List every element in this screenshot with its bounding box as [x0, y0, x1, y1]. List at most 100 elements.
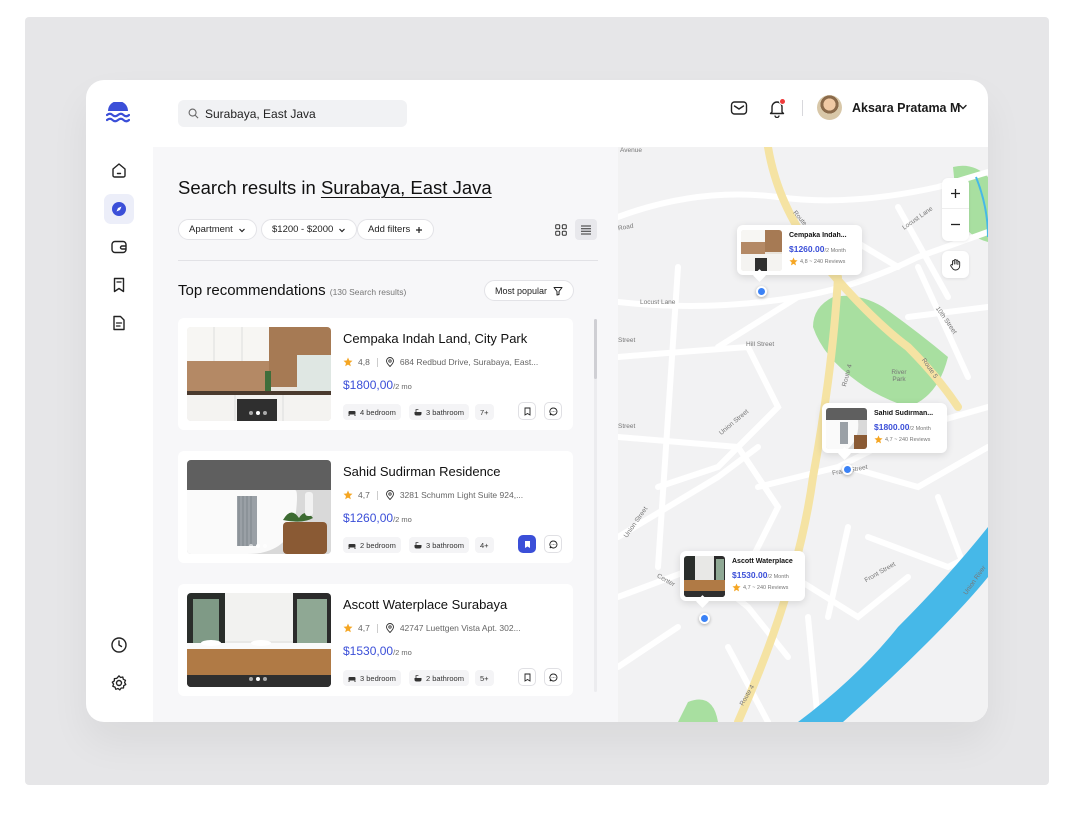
location-link[interactable]: Surabaya, East Java: [321, 177, 492, 198]
map-pin-rating: 4,8 ~ 240 Reviews: [789, 257, 845, 266]
map-pin-marker[interactable]: [842, 464, 853, 475]
add-filters-label: Add filters: [368, 224, 411, 235]
scrollbar-thumb[interactable]: [594, 319, 597, 379]
list-icon: [581, 225, 591, 234]
zoom-out-button[interactable]: [942, 209, 969, 240]
bookmark-icon: [524, 673, 530, 682]
map-view[interactable]: Avenue Road Locust Lane Locust Lane Hill…: [618, 147, 988, 722]
map-pin-photo: [826, 408, 867, 449]
hand-icon: [950, 259, 961, 271]
document-icon: [113, 315, 125, 331]
listing-name[interactable]: Ascott Waterplace Surabaya: [343, 597, 507, 612]
star-icon: [789, 257, 798, 266]
map-pin-card[interactable]: Sahid Sudirman... $1800.00/2 Month 4,7 ~…: [822, 403, 947, 453]
listing-photo[interactable]: [187, 593, 331, 687]
star-icon: [343, 490, 353, 500]
sidebar-item-history[interactable]: [104, 630, 134, 660]
listing-address: 3281 Schumm Light Suite 924,...: [399, 490, 524, 500]
map-pin-marker[interactable]: [756, 286, 767, 297]
location-pin-icon: [385, 623, 394, 633]
search-input[interactable]: [205, 106, 395, 121]
wallet-icon: [111, 240, 127, 254]
more-features-badge[interactable]: 5+: [475, 670, 494, 686]
street-label: Hill Street: [746, 341, 775, 348]
map-pin-name: Cempaka Indah...: [789, 232, 847, 239]
listing-name[interactable]: Cempaka Indah Land, City Park: [343, 331, 527, 346]
chat-button[interactable]: [544, 535, 562, 553]
more-features-badge[interactable]: 7+: [475, 404, 494, 420]
listing-card[interactable]: Cempaka Indah Land, City Park 4,8 684 Re…: [178, 318, 573, 430]
zoom-controls: [942, 178, 969, 241]
street-label: Street: [618, 337, 636, 344]
chat-icon: [548, 407, 557, 415]
clock-icon: [111, 637, 127, 653]
map-pin-marker[interactable]: [699, 613, 710, 624]
sidebar-item-wallet[interactable]: [104, 232, 134, 262]
chat-icon: [548, 673, 557, 681]
sidebar-item-documents[interactable]: [104, 308, 134, 338]
section-title: Top recommendations (130 Search results): [178, 282, 407, 299]
bedroom-feature: 4 bedroom: [343, 404, 401, 420]
map-pin-price: $1530.00/2 Month: [732, 570, 789, 580]
listing-photo[interactable]: [187, 460, 331, 554]
filter-type-dropdown[interactable]: Apartment: [178, 219, 257, 240]
zoom-in-button[interactable]: [942, 178, 969, 209]
filter-type-label: Apartment: [189, 224, 233, 235]
listing-price: $1530,00/2 mo: [343, 644, 412, 658]
sort-dropdown[interactable]: Most popular: [484, 280, 575, 301]
map-pin-price: $1800.00/2 Month: [874, 422, 931, 432]
sidebar-item-settings[interactable]: [104, 668, 134, 698]
carousel-dots[interactable]: [249, 544, 267, 548]
divider: [178, 260, 598, 261]
listing-price: $1260,00/2 mo: [343, 511, 412, 525]
listing-card[interactable]: Ascott Waterplace Surabaya 4,7 42747 Lue…: [178, 584, 573, 696]
location-pin-icon: [385, 357, 394, 367]
sidebar-item-home[interactable]: [104, 155, 134, 185]
bathtub-icon: [414, 541, 422, 548]
bookmark-button[interactable]: [518, 402, 536, 420]
user-name[interactable]: Aksara Pratama M: [852, 101, 960, 115]
plus-icon: [416, 226, 423, 233]
chat-button[interactable]: [544, 402, 562, 420]
chevron-down-icon[interactable]: [958, 102, 968, 112]
map-pin-rating: 4,7 ~ 240 Reviews: [732, 583, 788, 592]
settings-icon: [111, 675, 127, 691]
sidebar-item-saved[interactable]: [104, 270, 134, 300]
more-features-badge[interactable]: 4+: [475, 537, 494, 553]
list-view-button[interactable]: [575, 219, 597, 240]
bedroom-feature: 2 bedroom: [343, 537, 401, 553]
map-pin-card[interactable]: Ascott Waterplace $1530.00/2 Month 4,7 ~…: [680, 551, 805, 601]
avatar[interactable]: [817, 95, 842, 120]
filter-icon: [553, 286, 563, 295]
filter-price-dropdown[interactable]: $1200 - $2000: [261, 219, 358, 240]
street-label: Street: [618, 423, 636, 430]
map-pin-photo: [684, 556, 725, 597]
app-window: Aksara Pratama M Search results in Surab…: [86, 80, 988, 722]
chat-button[interactable]: [544, 668, 562, 686]
filter-price-label: $1200 - $2000: [272, 224, 334, 235]
listing-photo[interactable]: [187, 327, 331, 421]
star-icon: [874, 435, 883, 444]
bookmark-button[interactable]: [518, 535, 536, 553]
mail-icon[interactable]: [730, 99, 748, 117]
listing-card[interactable]: Sahid Sudirman Residence 4,7 3281 Schumm…: [178, 451, 573, 563]
wave-logo-icon[interactable]: [106, 102, 130, 124]
chat-icon: [548, 540, 557, 548]
bookmark-button[interactable]: [518, 668, 536, 686]
carousel-dots[interactable]: [249, 677, 267, 681]
pan-button[interactable]: [942, 251, 969, 278]
chevron-down-icon: [339, 228, 346, 232]
listing-name[interactable]: Sahid Sudirman Residence: [343, 464, 501, 479]
add-filters-button[interactable]: Add filters: [357, 219, 435, 240]
grid-view-button[interactable]: [550, 219, 572, 240]
star-icon: [343, 623, 353, 633]
notification-badge: [779, 98, 786, 105]
listing-price: $1800,00/2 mo: [343, 378, 412, 392]
map-pin-card[interactable]: Cempaka Indah... $1260.00/2 Month 4,8 ~ …: [737, 225, 862, 275]
map-pin-photo: [741, 230, 782, 271]
sidebar-item-explore[interactable]: [104, 194, 134, 224]
carousel-dots[interactable]: [249, 411, 267, 415]
listing-address: 42747 Luettgen Vista Apt. 302...: [399, 623, 521, 633]
search-bar[interactable]: [178, 100, 407, 127]
location-pin-icon: [385, 490, 394, 500]
